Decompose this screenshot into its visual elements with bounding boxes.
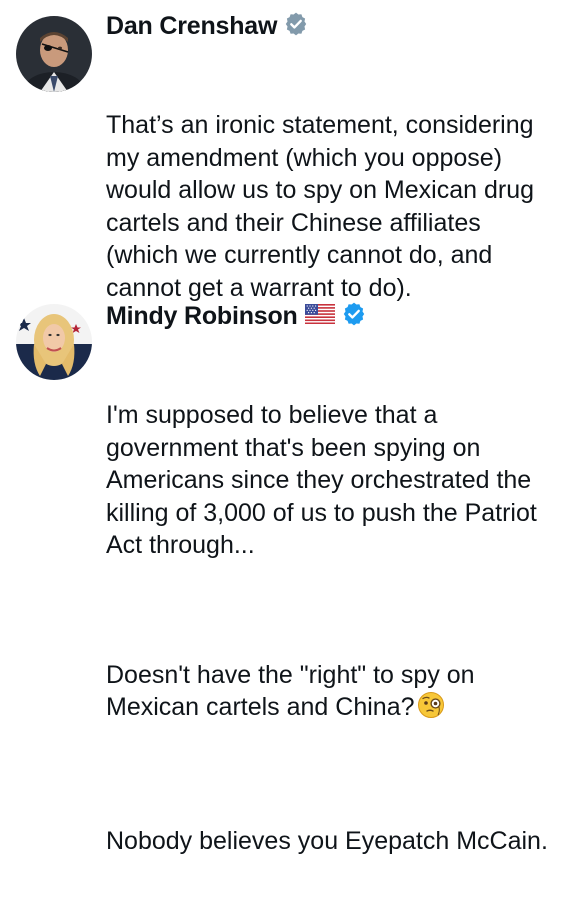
- tweet-paragraph: That’s an ironic statement, considering …: [106, 111, 541, 302]
- face-with-monocle-emoji-icon: [417, 691, 445, 728]
- tweet-header: Mindy Robinson: [106, 298, 556, 334]
- us-flag-icon: [304, 303, 335, 329]
- tweet-paragraph: Nobody believes you Eyepatch McCain.: [106, 826, 548, 855]
- author-name[interactable]: Dan Crenshaw: [106, 12, 277, 41]
- verified-badge-icon: [284, 12, 308, 41]
- tweet-text: I'm supposed to believe that a governmen…: [106, 334, 556, 922]
- avatar[interactable]: [16, 304, 92, 380]
- tweet-screenshot: { "tweets": [ { "author_name": "Dan Cren…: [0, 0, 568, 855]
- verified-badge-icon: [342, 302, 366, 331]
- tweet-header: Dan Crenshaw: [106, 8, 556, 44]
- tweet-paragraph-with-emoji: Doesn't have the "right" to spy on Mexic…: [106, 659, 556, 728]
- tweet-content: Mindy Robinson I'm supposed to believe t…: [106, 298, 556, 922]
- tweet-paragraph: I'm supposed to believe that a governmen…: [106, 401, 543, 559]
- author-name[interactable]: Mindy Robinson: [106, 302, 298, 331]
- avatar[interactable]: [16, 16, 92, 92]
